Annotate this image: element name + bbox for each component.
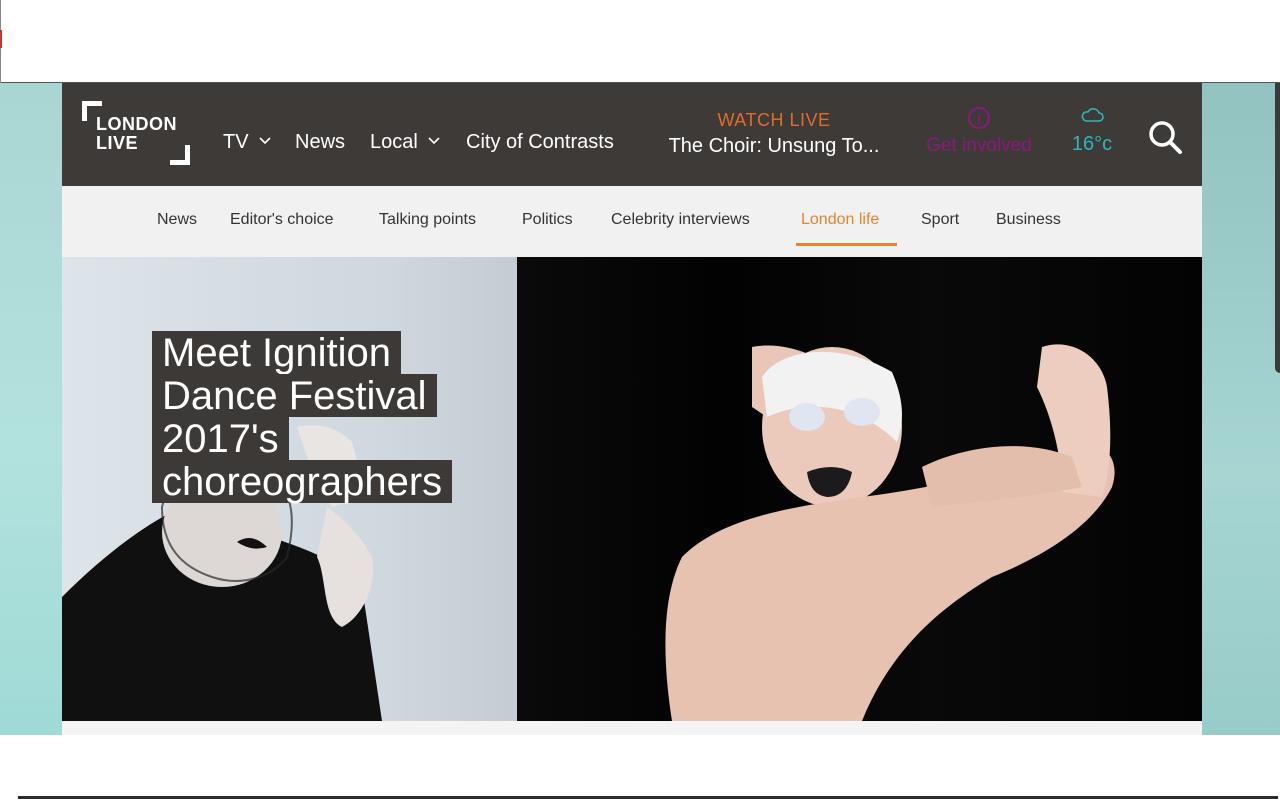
subnav-item-business[interactable]: Business [996, 211, 1061, 229]
temperature: 16°c [1071, 133, 1113, 155]
search-button[interactable] [1147, 119, 1183, 155]
page-background-left [0, 83, 62, 735]
bottom-divider [18, 796, 1278, 799]
get-involved-label: Get involved [926, 135, 1032, 156]
subnav-item-editors-choice[interactable]: Editor's choice [230, 211, 334, 229]
nav-item-local[interactable]: Local [370, 131, 440, 154]
subnav-item-celebrity-interviews[interactable]: Celebrity interviews [611, 211, 750, 229]
cloud-icon [1062, 107, 1122, 127]
nav-item-label: News [295, 131, 346, 153]
london-live-logo[interactable]: LONDON LIVE [82, 101, 192, 165]
hero-headline-line: Meet Ignition [152, 331, 402, 374]
hero-headline-line: choreographers [152, 460, 453, 503]
hero-headline-line: 2017's [152, 417, 289, 460]
section-subnav: News Editor's choice Talking points Poli… [62, 186, 1202, 257]
page-background-right [1202, 83, 1280, 735]
content-strip [62, 721, 1202, 735]
logo-text-line1: LONDON [96, 114, 177, 134]
nav-item-tv[interactable]: TV [223, 131, 271, 154]
nav-item-city-of-contrasts[interactable]: City of Contrasts [466, 131, 614, 154]
subnav-item-politics[interactable]: Politics [522, 211, 573, 229]
nav-item-label: TV [223, 131, 249, 153]
page-footer-area [0, 735, 1280, 800]
subnav-item-sport[interactable]: Sport [921, 211, 959, 229]
browser-top-area [0, 0, 1280, 83]
weather-widget[interactable]: 16°c [1062, 107, 1122, 156]
hero-banner[interactable]: Meet Ignition Dance Festival 2017's chor… [62, 257, 1202, 721]
watch-live-label: WATCH LIVE [717, 110, 831, 130]
subnav-item-talking-points[interactable]: Talking points [379, 211, 476, 229]
chevron-down-icon [258, 133, 271, 148]
hero-headline[interactable]: Meet Ignition Dance Festival 2017's chor… [152, 331, 552, 503]
now-playing-title[interactable]: The Choir: Unsung To... [659, 135, 889, 158]
logo-corner-bottom-right [170, 145, 190, 165]
chevron-down-icon [428, 133, 440, 148]
watch-live-widget[interactable]: WATCH LIVE The Choir: Unsung To... [659, 110, 889, 158]
search-icon [1149, 121, 1182, 154]
logo-text-line2: LIVE [96, 133, 139, 153]
background-frame-rim [1275, 83, 1280, 373]
edge-marker [0, 30, 2, 48]
subnav-item-london-life[interactable]: London life [801, 211, 879, 229]
active-tab-underline [796, 243, 897, 246]
hero-headline-line: Dance Festival [152, 374, 437, 417]
nav-item-news[interactable]: News [295, 131, 345, 154]
get-involved-link[interactable]: ! Get involved [914, 107, 1044, 157]
site-header: LONDON LIVE TV News Local City of Contra… [62, 83, 1202, 186]
nav-item-label: Local [370, 131, 418, 153]
subnav-item-news[interactable]: News [157, 211, 197, 229]
info-circle-icon: ! [968, 107, 990, 129]
nav-item-label: City of Contrasts [466, 131, 614, 153]
